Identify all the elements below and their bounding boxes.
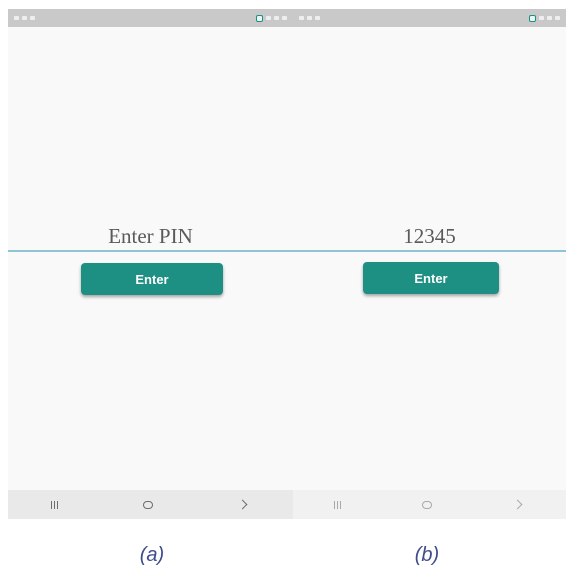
home-icon[interactable] <box>143 500 154 509</box>
battery-icon <box>274 16 279 20</box>
phone-screen-a: Enter PIN Enter <box>8 9 293 519</box>
recent-apps-icon[interactable] <box>50 500 58 509</box>
home-icon[interactable] <box>422 500 433 509</box>
status-left-icons <box>14 16 35 20</box>
back-icon[interactable] <box>237 499 248 510</box>
navigation-bar <box>8 490 293 519</box>
status-left-icons <box>299 16 320 20</box>
pin-input[interactable]: Enter PIN <box>8 221 293 251</box>
notification-icon <box>315 16 320 20</box>
enter-button[interactable]: Enter <box>81 263 223 295</box>
battery-icon <box>547 16 552 20</box>
navigation-bar <box>293 490 566 519</box>
notification-icon <box>22 16 27 20</box>
notification-icon <box>30 16 35 20</box>
signal-icon <box>266 16 271 20</box>
status-right-icons <box>529 14 560 22</box>
clock-icon <box>555 16 560 20</box>
pin-input-underline <box>8 250 293 252</box>
status-right-icons <box>256 14 287 22</box>
enter-button[interactable]: Enter <box>363 262 499 294</box>
status-bar <box>293 9 566 27</box>
figure-caption-a: (a) <box>139 544 165 566</box>
notification-icon <box>307 16 312 20</box>
app-status-icon <box>256 14 263 22</box>
status-bar <box>8 9 293 27</box>
pin-input[interactable]: 12345 <box>293 221 566 251</box>
notification-icon <box>299 16 304 20</box>
clock-icon <box>282 16 287 20</box>
recent-apps-icon[interactable] <box>333 500 341 509</box>
back-icon[interactable] <box>512 499 523 510</box>
phone-screen-b: 12345 Enter <box>293 9 566 519</box>
figure-caption-b: (b) <box>414 544 440 566</box>
pin-input-underline <box>293 250 566 252</box>
signal-icon <box>539 16 544 20</box>
notification-icon <box>14 16 19 20</box>
app-status-icon <box>529 14 536 22</box>
